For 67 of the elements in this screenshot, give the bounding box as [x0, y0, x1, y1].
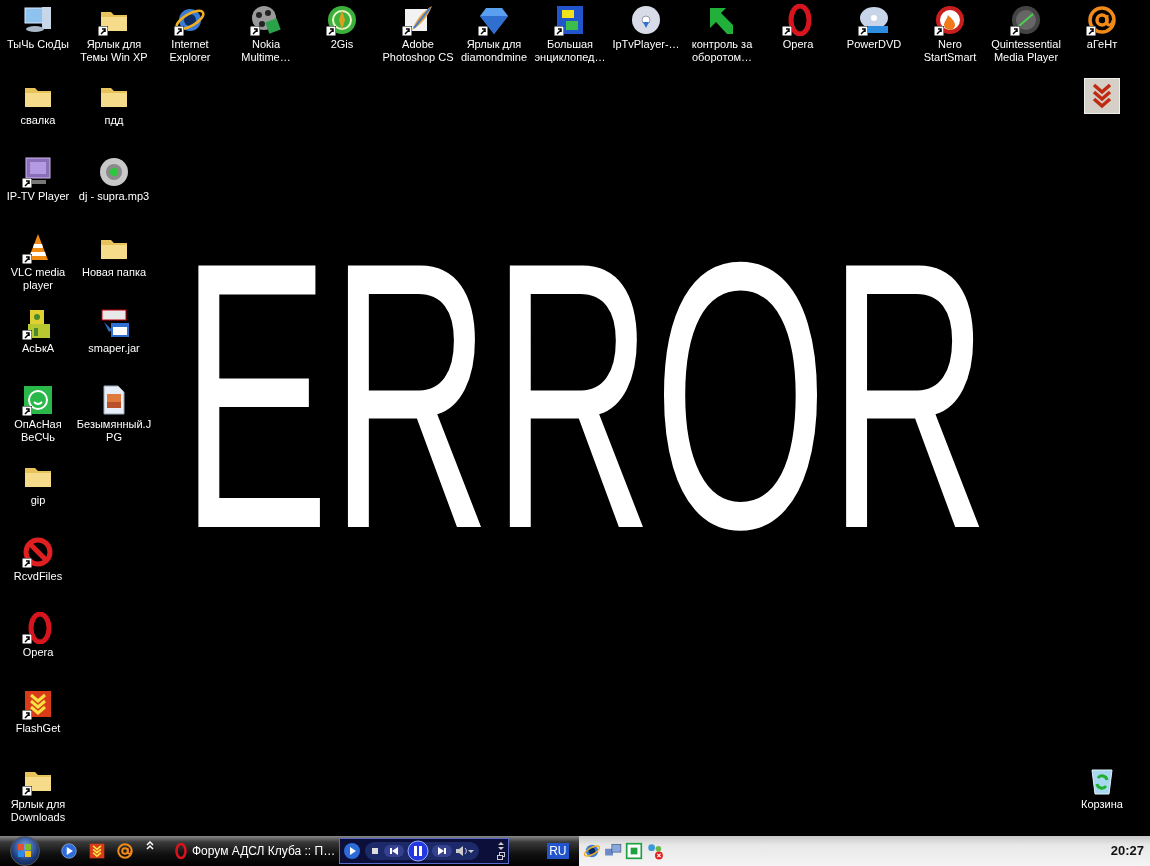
icon-label[interactable]: Ярлык для Downloads [0, 798, 76, 824]
windows-logo-icon [18, 844, 32, 858]
drop-zone[interactable] [1084, 78, 1120, 114]
chevron-icon[interactable] [146, 841, 154, 851]
icon-label[interactable]: пдд [76, 114, 152, 127]
icon-label[interactable]: FlashGet [0, 722, 76, 735]
icon-label[interactable]: Ярлык для Темы Win XP [76, 38, 152, 64]
icon-label[interactable]: Ярлык для diamondmine [456, 38, 532, 64]
smiley-icon[interactable] [22, 384, 54, 416]
clock[interactable]: 20:27 [1110, 841, 1144, 861]
next-button[interactable] [432, 844, 453, 858]
icon-label[interactable]: Quintessential Media Player [988, 38, 1064, 64]
icon-label[interactable]: 2Gis [304, 38, 380, 51]
application-icon[interactable] [98, 308, 130, 340]
pause-button[interactable] [407, 840, 430, 862]
icon-label[interactable]: ОпАсНая ВеСЧь [0, 418, 76, 444]
icon-label[interactable]: gip [0, 494, 76, 507]
taskbar-button[interactable]: Форум АДСЛ Клуба :: П… [168, 839, 340, 863]
icon-label[interactable]: IP-TV Player [0, 190, 76, 203]
icon-label[interactable]: Nokia Multime… [228, 38, 304, 64]
start-button[interactable] [10, 836, 40, 866]
icon-label[interactable]: Большая энциклопед… [532, 38, 608, 64]
media-player-icon[interactable] [1010, 4, 1042, 36]
icon-label[interactable]: контроль за оборотом… [684, 38, 760, 64]
icon-label[interactable]: Opera [760, 38, 836, 51]
arrows-icon[interactable] [497, 842, 506, 850]
film-reel-icon[interactable] [250, 4, 282, 36]
icon-label[interactable]: Корзина [1064, 798, 1140, 811]
icon-label[interactable]: Новая папка [76, 266, 152, 279]
dvd-icon[interactable] [858, 4, 890, 36]
globe-icon[interactable] [582, 842, 601, 860]
chevrons-icon [1091, 83, 1113, 109]
icon-label[interactable]: dj - supra.mp3 [76, 190, 152, 203]
icon-label[interactable]: ТыЧь СюДы [0, 38, 76, 51]
wallpaper-text: ERROR [180, 183, 990, 608]
chevrons-icon[interactable] [88, 842, 106, 860]
at-sign-icon[interactable] [116, 842, 134, 860]
book-icon[interactable] [554, 4, 586, 36]
icon-label[interactable]: свалка [0, 114, 76, 127]
compass-icon[interactable] [326, 4, 358, 36]
chevrons-icon[interactable] [22, 688, 54, 720]
icon-label[interactable]: Internet Explorer [152, 38, 228, 64]
icon-label[interactable]: smaper.jar [76, 342, 152, 355]
language-indicator[interactable]: RU [547, 843, 569, 859]
media-player-icon[interactable] [343, 842, 362, 860]
icon-label[interactable]: аГеНт [1064, 38, 1140, 51]
media-player-icon[interactable] [60, 842, 78, 860]
icon-label[interactable]: Безымянный.J PG [76, 418, 152, 444]
no-entry-icon[interactable] [22, 536, 54, 568]
volume-button[interactable] [455, 845, 476, 857]
square-icon[interactable] [624, 842, 643, 860]
at-sign-icon[interactable] [1086, 4, 1118, 36]
flame-icon[interactable] [934, 4, 966, 36]
icon-label[interactable]: АсЬкА [0, 342, 76, 355]
icon-label[interactable]: Opera [0, 646, 76, 659]
icon-label[interactable]: IpTvPlayer-… [608, 38, 684, 51]
icon-label[interactable]: RcvdFiles [0, 570, 76, 583]
icon-label[interactable]: Adobe Photoshop CS [380, 38, 456, 64]
restore-icon[interactable] [497, 852, 506, 860]
previous-button[interactable] [384, 844, 405, 858]
disc-icon[interactable] [630, 4, 662, 36]
icon-label[interactable]: VLC media player [0, 266, 76, 292]
network-error-icon[interactable] [645, 842, 664, 860]
icon-label[interactable]: PowerDVD [836, 38, 912, 51]
opera-ring-icon [172, 843, 188, 859]
icon-label[interactable]: Nero StartSmart [912, 38, 988, 64]
speaker-icon[interactable] [98, 156, 130, 188]
